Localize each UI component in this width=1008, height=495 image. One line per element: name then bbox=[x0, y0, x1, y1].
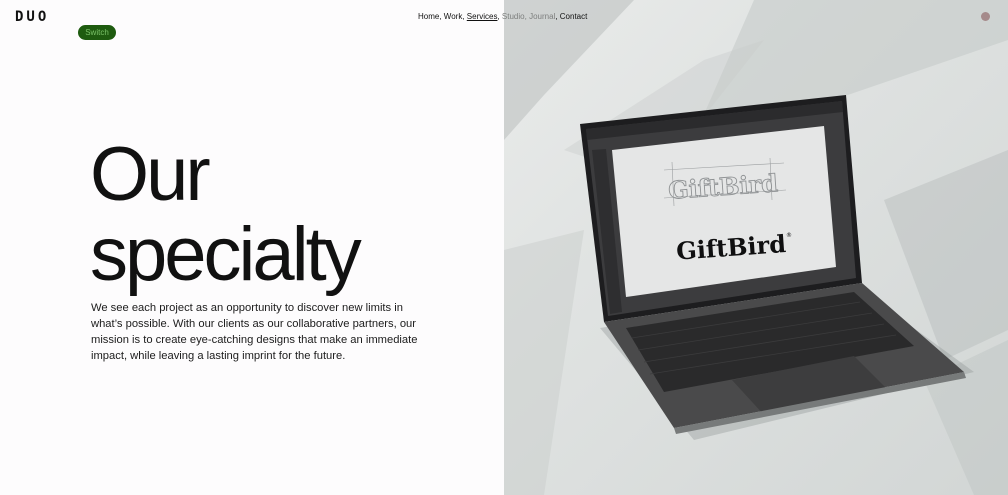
laptop-photo-svg: GiftBird GiftBird ® bbox=[504, 0, 1008, 495]
nav-home[interactable]: Home bbox=[418, 12, 439, 21]
duo-logo[interactable]: DUO bbox=[15, 9, 49, 25]
nav-work[interactable]: Work bbox=[444, 12, 463, 21]
indicator-dot[interactable] bbox=[981, 12, 990, 21]
headline-line-2: specialty bbox=[90, 212, 362, 297]
main-nav: Home, Work, Services, Studio, Journal, C… bbox=[418, 12, 588, 21]
hero-description: We see each project as an opportunity to… bbox=[91, 302, 418, 362]
nav-services[interactable]: Services bbox=[467, 12, 498, 21]
page-title: Our specialty bbox=[90, 132, 362, 297]
page: DUO Switch Our specialty We see each pro… bbox=[0, 0, 1008, 495]
left-panel: DUO Switch Our specialty We see each pro… bbox=[0, 0, 504, 495]
artboard bbox=[612, 126, 836, 297]
nav-contact[interactable]: Contact bbox=[560, 12, 588, 21]
hero-photo: GiftBird GiftBird ® bbox=[504, 0, 1008, 495]
registered-mark: ® bbox=[786, 232, 792, 239]
switch-button[interactable]: Switch bbox=[78, 25, 116, 40]
nav-journal[interactable]: Journal bbox=[529, 12, 555, 21]
headline-line-1: Our bbox=[90, 132, 211, 217]
nav-studio[interactable]: Studio bbox=[502, 12, 525, 21]
